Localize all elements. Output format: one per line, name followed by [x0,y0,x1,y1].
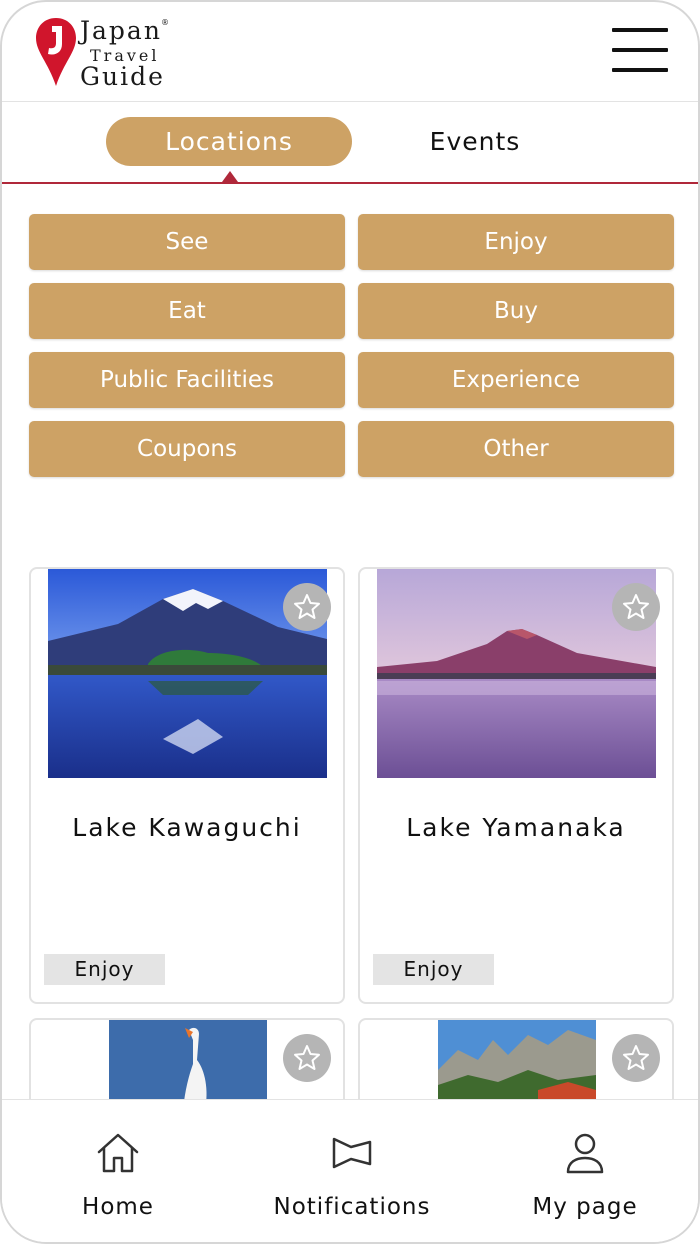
card-title: Lake Kawaguchi [72,813,302,842]
logo-registered-mark: ® [161,18,169,27]
category-coupons-button[interactable]: Coupons [29,421,345,477]
card-title: Lake Yamanaka [406,813,626,842]
logo-pin-icon [36,18,76,86]
logo-text-japan: Japan [80,16,162,45]
category-tag: Enjoy [373,954,494,985]
favorite-button[interactable] [283,1034,331,1082]
nav-notifications-label: Notifications [273,1194,431,1220]
nav-home[interactable]: Home [18,1130,218,1230]
category-enjoy-button[interactable]: Enjoy [358,214,674,270]
category-tag: Enjoy [44,954,165,985]
bottom-navigation: Home Notifications My page [2,1099,698,1242]
nav-home-label: Home [82,1194,154,1220]
star-outline-icon [623,1045,649,1070]
hamburger-icon [612,28,668,32]
tab-events[interactable]: Events [382,117,568,166]
japan-travel-guide-logo[interactable]: Japan ® Travel Guide [34,16,184,91]
user-icon [566,1133,604,1174]
nav-my-page[interactable]: My page [485,1130,685,1230]
category-see-button[interactable]: See [29,214,345,270]
megaphone-icon [332,1137,372,1169]
hamburger-menu-button[interactable] [612,28,668,76]
location-card-lake-yamanaka[interactable]: Lake Yamanaka Enjoy [358,567,674,1004]
favorite-button[interactable] [283,583,331,631]
location-card-lake-kawaguchi[interactable]: Lake Kawaguchi Enjoy [29,567,345,1004]
favorite-button[interactable] [612,583,660,631]
category-experience-button[interactable]: Experience [358,352,674,408]
star-outline-icon [623,594,649,619]
nav-my-page-label: My page [532,1194,638,1220]
nav-notifications[interactable]: Notifications [252,1130,452,1230]
tab-locations[interactable]: Locations [106,117,352,166]
star-outline-icon [294,1045,320,1070]
category-public-facilities-button[interactable]: Public Facilities [29,352,345,408]
tab-bar: Locations Events [2,102,698,184]
category-eat-button[interactable]: Eat [29,283,345,339]
favorite-button[interactable] [612,1034,660,1082]
app-screen: Japan ® Travel Guide Locations Events Se… [0,0,700,1244]
star-outline-icon [294,594,320,619]
logo-text-guide: Guide [80,62,165,91]
category-other-button[interactable]: Other [358,421,674,477]
header: Japan ® Travel Guide [2,2,698,102]
category-buy-button[interactable]: Buy [358,283,674,339]
active-tab-pointer [222,171,238,182]
home-icon [97,1133,139,1173]
